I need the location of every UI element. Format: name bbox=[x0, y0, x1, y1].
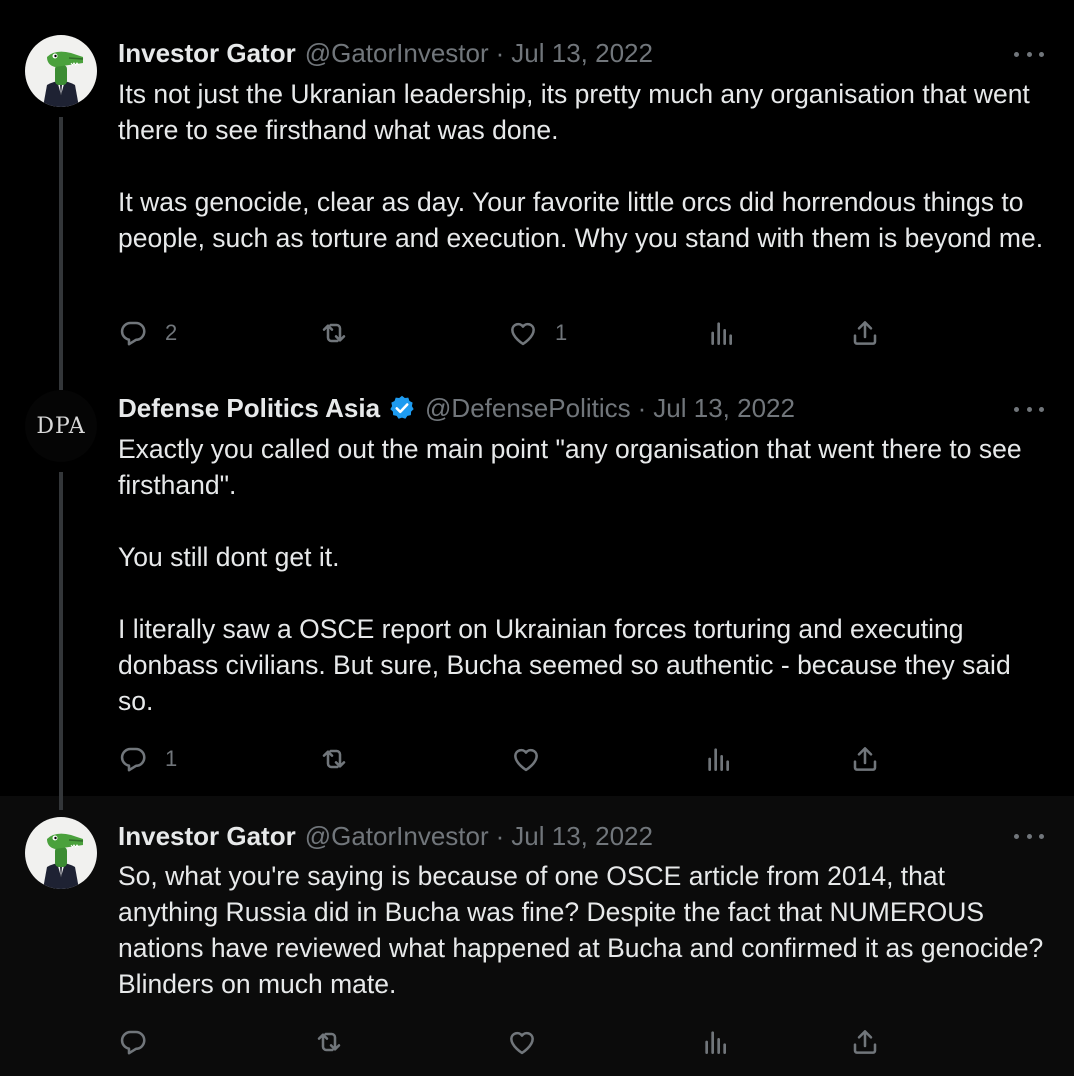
more-icon[interactable] bbox=[1014, 826, 1044, 846]
share-icon bbox=[849, 1026, 881, 1058]
reply-count: 1 bbox=[165, 746, 178, 771]
reply-button[interactable] bbox=[117, 1022, 149, 1062]
views-button[interactable] bbox=[703, 739, 735, 779]
more-icon[interactable] bbox=[1014, 44, 1044, 64]
tweet-header: Defense Politics Asia @DefensePolitics ·… bbox=[118, 392, 795, 424]
gator-avatar[interactable] bbox=[25, 35, 97, 107]
separator: · bbox=[637, 392, 647, 423]
retweet-button[interactable] bbox=[318, 313, 350, 353]
tweet-date[interactable]: Jul 13, 2022 bbox=[511, 821, 653, 852]
gator-avatar[interactable] bbox=[25, 817, 97, 889]
views-icon bbox=[703, 743, 735, 775]
share-button[interactable] bbox=[849, 1022, 881, 1062]
thread-line bbox=[59, 796, 63, 810]
like-icon bbox=[510, 743, 542, 775]
tweet[interactable]: Investor Gator @GatorInvestor · Jul 13, … bbox=[0, 0, 1074, 384]
reply-button[interactable]: 1 bbox=[117, 739, 177, 779]
author-handle[interactable]: @DefensePolitics bbox=[425, 393, 631, 424]
like-icon bbox=[507, 317, 539, 349]
tweet[interactable]: DPA Defense Politics Asia @DefensePoliti… bbox=[0, 384, 1074, 796]
tweet-actions bbox=[0, 1022, 1074, 1062]
like-button[interactable] bbox=[510, 739, 542, 779]
like-button[interactable]: 1 bbox=[507, 313, 567, 353]
tweet-text: So, what you're saying is because of one… bbox=[118, 861, 1044, 999]
reply-icon bbox=[117, 1026, 149, 1058]
author-name[interactable]: Defense Politics Asia bbox=[118, 393, 380, 424]
tweet-date[interactable]: Jul 13, 2022 bbox=[653, 393, 795, 424]
views-icon bbox=[706, 317, 738, 349]
separator: · bbox=[495, 37, 505, 68]
reply-button[interactable]: 2 bbox=[117, 313, 177, 353]
tweet-header: Investor Gator @GatorInvestor · Jul 13, … bbox=[118, 820, 653, 852]
reply-icon bbox=[117, 317, 149, 349]
share-button[interactable] bbox=[849, 739, 881, 779]
tweet-actions: 2 1 bbox=[0, 313, 1074, 353]
like-count: 1 bbox=[555, 320, 568, 345]
share-button[interactable] bbox=[849, 313, 881, 353]
share-icon bbox=[849, 317, 881, 349]
author-name[interactable]: Investor Gator bbox=[118, 821, 296, 852]
author-handle[interactable]: @GatorInvestor bbox=[305, 821, 489, 852]
tweet-date[interactable]: Jul 13, 2022 bbox=[511, 38, 653, 69]
views-icon bbox=[700, 1026, 732, 1058]
tweet-actions: 1 bbox=[0, 739, 1074, 779]
retweet-icon bbox=[318, 743, 350, 775]
tweet-header: Investor Gator @GatorInvestor · Jul 13, … bbox=[118, 37, 653, 69]
share-icon bbox=[849, 743, 881, 775]
verified-badge-icon bbox=[388, 394, 416, 422]
tweet-text: Exactly you called out the main point "a… bbox=[118, 434, 1022, 716]
author-handle[interactable]: @GatorInvestor bbox=[305, 38, 489, 69]
retweet-button[interactable] bbox=[313, 1022, 345, 1062]
retweet-icon bbox=[313, 1026, 345, 1058]
tweet-text: Its not just the Ukranian leadership, it… bbox=[118, 79, 1044, 253]
views-button[interactable] bbox=[700, 1022, 732, 1062]
dpa-logo[interactable]: DPA bbox=[25, 390, 97, 462]
retweet-icon bbox=[318, 317, 350, 349]
more-icon[interactable] bbox=[1014, 399, 1044, 419]
retweet-button[interactable] bbox=[318, 739, 350, 779]
like-button[interactable] bbox=[506, 1022, 538, 1062]
separator: · bbox=[495, 820, 505, 851]
author-name[interactable]: Investor Gator bbox=[118, 38, 296, 69]
reply-count: 2 bbox=[165, 320, 178, 345]
tweet[interactable]: Investor Gator @GatorInvestor · Jul 13, … bbox=[0, 796, 1074, 1076]
dpa-logo-text: DPA bbox=[36, 413, 86, 439]
views-button[interactable] bbox=[706, 313, 738, 353]
like-icon bbox=[506, 1026, 538, 1058]
reply-icon bbox=[117, 743, 149, 775]
